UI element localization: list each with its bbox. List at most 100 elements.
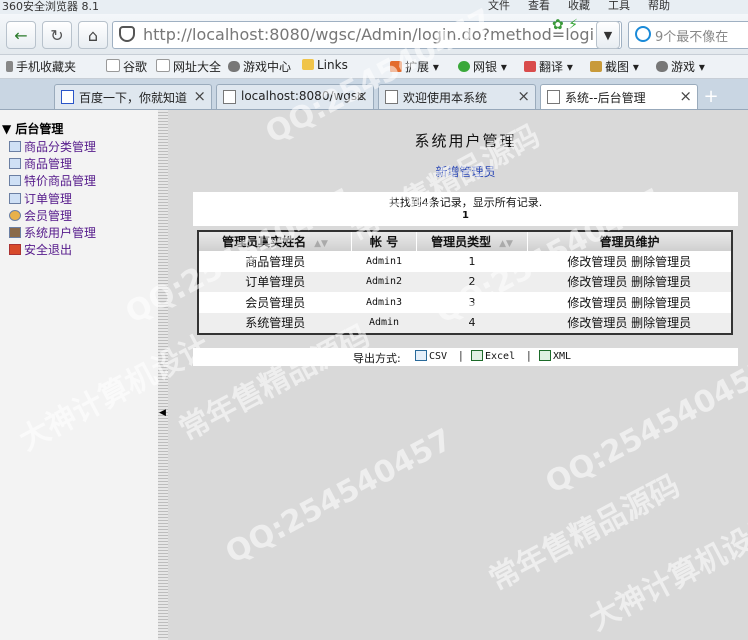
menu-view[interactable]: 查看 xyxy=(528,0,550,13)
sort-icon: ▲▼ xyxy=(314,239,328,249)
cell-name: 商品管理员 xyxy=(245,254,306,269)
tab-baidu[interactable]: 百度一下，你就知道 × xyxy=(54,84,212,109)
menu-file[interactable]: 文件 xyxy=(488,0,510,13)
delete-admin-link[interactable]: 删除管理员 xyxy=(631,316,691,330)
sidebar-item-members[interactable]: 会员管理 xyxy=(9,207,96,224)
export-csv[interactable]: CSV xyxy=(415,350,447,362)
image-icon xyxy=(9,158,21,170)
sidebar-menu: 商品分类管理 商品管理 特价商品管理 订单管理 会员管理 系统用户管理 安全退出 xyxy=(9,138,96,258)
edit-admin-link[interactable]: 修改管理员 xyxy=(567,316,627,330)
url-path: :8080/wgsc/Admin/login.do?method=logi xyxy=(263,25,595,44)
address-dropdown-button[interactable]: ▼ xyxy=(596,21,620,49)
tab-admin[interactable]: 系统--后台管理 × xyxy=(540,84,698,109)
table-row: 商品管理员 Admin1 1 修改管理员 删除管理员 xyxy=(198,251,732,272)
menu-help[interactable]: 帮助 xyxy=(648,0,670,13)
export-excel[interactable]: Excel xyxy=(471,350,515,362)
frame-splitter[interactable]: ◀ xyxy=(158,110,168,640)
speed-icon[interactable]: ⚡ xyxy=(568,17,578,33)
compat-icon[interactable]: ✿ xyxy=(552,17,564,33)
home-icon: ⌂ xyxy=(87,25,99,45)
user-icon xyxy=(9,226,21,238)
sidebar-item-system-users[interactable]: 系统用户管理 xyxy=(9,224,96,241)
menu-favorites[interactable]: 收藏 xyxy=(568,0,590,13)
sidebar-item-label: 安全退出 xyxy=(24,243,73,258)
edit-icon xyxy=(9,141,21,152)
column-header-name[interactable]: 管理员真实姓名 ▲▼ xyxy=(198,231,352,251)
bookmark-mobile[interactable]: 手机收藏夹 xyxy=(6,58,76,75)
sidebar-item-orders[interactable]: 订单管理 xyxy=(9,190,96,207)
collapse-arrow-icon[interactable]: ◀ xyxy=(159,408,166,418)
admin-table: 管理员真实姓名 ▲▼ 帐 号 管理员类型 ▲▼ 管理员维护 商品管理员 Admin1… xyxy=(197,230,733,335)
cell-actions: 修改管理员 删除管理员 xyxy=(527,312,732,334)
bookmark-game-center[interactable]: 游戏中心 xyxy=(228,58,291,75)
exit-icon xyxy=(9,244,21,256)
edit-admin-link[interactable]: 修改管理员 xyxy=(567,275,627,289)
toolbar-games[interactable]: 游戏 ▾ xyxy=(656,58,705,75)
menu-tools[interactable]: 工具 xyxy=(608,0,630,13)
page-number[interactable]: 1 xyxy=(193,210,738,221)
cell-type: 3 xyxy=(468,295,476,309)
translate-icon xyxy=(524,61,536,72)
bookmark-directory[interactable]: 网址大全 xyxy=(156,58,221,75)
sidebar-item-label: 系统用户管理 xyxy=(24,225,97,240)
close-icon[interactable]: × xyxy=(193,87,206,105)
toolbar-translate[interactable]: 翻译 ▾ xyxy=(524,58,573,75)
column-header-account[interactable]: 帐 号 xyxy=(351,231,417,251)
search-placeholder: 9个最不像在 xyxy=(655,30,729,45)
toolbar-extensions[interactable]: 扩展 ▾ xyxy=(390,58,439,75)
admin-sidebar: ▼ 后台管理 商品分类管理 商品管理 特价商品管理 订单管理 会员管理 系统用户… xyxy=(0,110,158,640)
new-tab-button[interactable]: + xyxy=(700,87,722,107)
column-header-type[interactable]: 管理员类型 ▲▼ xyxy=(416,231,528,251)
delete-admin-link[interactable]: 删除管理员 xyxy=(631,275,691,289)
delete-admin-link[interactable]: 删除管理员 xyxy=(631,255,691,269)
table-row: 会员管理员 Admin3 3 修改管理员 删除管理员 xyxy=(198,292,732,313)
navigation-bar: ← ↻ ⌂ http://localhost:8080/wgsc/Admin/l… xyxy=(0,14,748,55)
toolbar-screenshot[interactable]: 截图 ▾ xyxy=(590,58,639,75)
bookmark-links[interactable]: Links xyxy=(302,58,348,72)
address-bar[interactable]: http://localhost:8080/wgsc/Admin/login.d… xyxy=(112,21,622,49)
edit-admin-link[interactable]: 修改管理员 xyxy=(567,255,627,269)
page-icon xyxy=(385,90,398,104)
bookmark-label: 游戏中心 xyxy=(243,60,292,74)
export-xml[interactable]: XML xyxy=(539,350,571,362)
bookmark-label: 网址大全 xyxy=(173,60,222,74)
members-icon xyxy=(9,209,21,221)
home-button[interactable]: ⌂ xyxy=(78,21,108,49)
cell-type: 2 xyxy=(416,271,528,292)
export-option-label: XML xyxy=(553,351,572,362)
table-header-row: 管理员真实姓名 ▲▼ 帐 号 管理员类型 ▲▼ 管理员维护 xyxy=(198,231,733,251)
bookmark-label: Links xyxy=(317,58,348,72)
window-title-bar: 360安全浏览器 8.1 文件 查看 收藏 工具 帮助 xyxy=(0,0,748,14)
sidebar-title-text: 后台管理 xyxy=(15,122,64,136)
sidebar-item-specials[interactable]: 特价商品管理 xyxy=(9,172,96,189)
url-host: http://localhost xyxy=(143,25,264,44)
sidebar-item-label: 会员管理 xyxy=(24,208,73,223)
close-icon[interactable]: × xyxy=(679,87,692,105)
toolbar-netbank[interactable]: 网银 ▾ xyxy=(458,58,507,75)
add-admin-link[interactable]: 新增管理员 xyxy=(168,163,748,180)
sidebar-item-category[interactable]: 商品分类管理 xyxy=(9,138,96,155)
search-icon xyxy=(635,26,651,42)
sidebar-item-logout[interactable]: 安全退出 xyxy=(9,241,96,258)
refresh-button[interactable]: ↻ xyxy=(42,21,72,49)
cell-account: Admin1 xyxy=(365,255,403,267)
image-icon xyxy=(9,175,21,187)
close-icon[interactable]: × xyxy=(355,87,368,105)
sidebar-item-products[interactable]: 商品管理 xyxy=(9,155,96,172)
back-button[interactable]: ← xyxy=(6,21,36,49)
page-icon xyxy=(106,59,120,72)
shield-icon xyxy=(119,26,135,42)
export-separator: | xyxy=(459,349,463,362)
search-box[interactable]: 9个最不像在 xyxy=(628,21,748,49)
bookmark-google[interactable]: 谷歌 xyxy=(106,58,147,75)
edit-admin-link[interactable]: 修改管理员 xyxy=(567,296,627,310)
cell-account: Admin2 xyxy=(351,271,417,292)
tab-localhost[interactable]: localhost:8080/wgsc × xyxy=(216,84,374,109)
export-option-label: Excel xyxy=(485,351,516,362)
tab-welcome[interactable]: 欢迎使用本系统 × xyxy=(378,84,536,109)
grid-icon xyxy=(390,61,402,72)
paw-icon xyxy=(61,90,74,104)
close-icon[interactable]: × xyxy=(517,87,530,105)
delete-admin-link[interactable]: 删除管理员 xyxy=(631,296,691,310)
tab-title: 欢迎使用本系统 xyxy=(403,91,488,105)
